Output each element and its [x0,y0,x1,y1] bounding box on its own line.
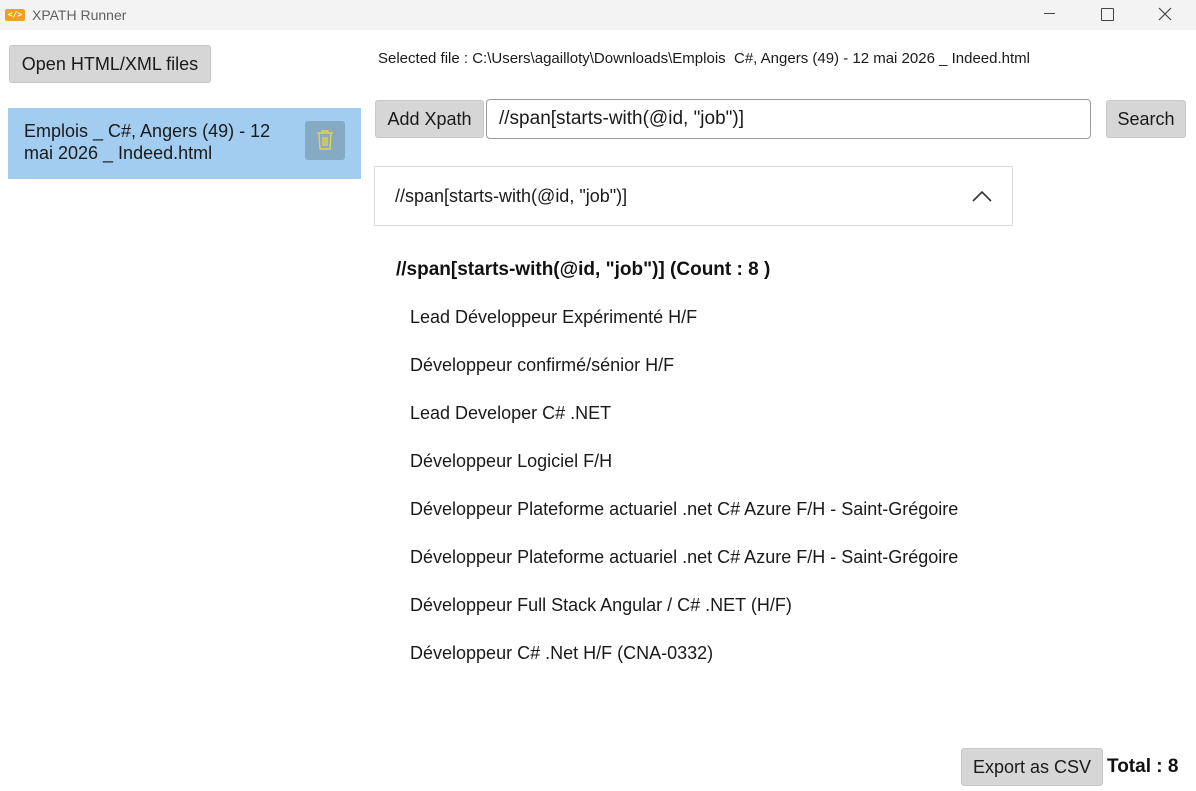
trash-icon [317,130,333,150]
minimize-button[interactable] [1020,0,1078,30]
app-code-icon: </> [5,9,25,21]
result-item: Développeur Full Stack Angular / C# .NET… [410,595,792,615]
xpath-input[interactable] [486,99,1091,139]
results-list: Lead Développeur Expérimenté H/F Dévelop… [410,304,958,688]
search-button[interactable]: Search [1106,100,1186,138]
add-xpath-button[interactable]: Add Xpath [375,100,484,138]
result-item: Développeur Logiciel F/H [410,451,613,471]
selected-file-path: C:\Users\agailloty\Downloads\Emplois C#,… [472,50,1030,67]
results-header: //span[starts-with(@id, "job")] (Count :… [396,259,771,280]
export-csv-button[interactable]: Export as CSV [961,748,1103,786]
result-item: Développeur C# .Net H/F (CNA-0332) [410,643,714,663]
open-files-button[interactable]: Open HTML/XML files [9,45,211,83]
close-icon [1158,7,1172,21]
delete-file-button[interactable] [305,121,345,160]
title-bar: </> XPATH Runner [0,0,1196,30]
file-list-item[interactable]: Emplois _ C#, Angers (49) - 12 mai 2026 … [8,108,361,179]
selected-file-label: Selected file : [378,50,473,67]
total-count: Total : 8 [1107,756,1179,777]
file-name: Emplois _ C#, Angers (49) - 12 mai 2026 … [24,121,271,163]
result-item: Développeur Plateforme actuariel .net C#… [410,499,959,519]
selected-file-text: Selected file : C:\Users\agailloty\Downl… [378,50,1030,67]
result-item: Développeur confirmé/sénior H/F [410,355,675,375]
result-item: Lead Développeur Expérimenté H/F [410,307,698,327]
close-button[interactable] [1136,0,1194,30]
result-item: Développeur Plateforme actuariel .net C#… [410,547,959,567]
chevron-up-icon [972,190,992,202]
xpath-accordion-header[interactable]: //span[starts-with(@id, "job")] [374,166,1013,226]
window-title: XPATH Runner [32,7,127,23]
accordion-title: //span[starts-with(@id, "job")] [395,186,628,206]
maximize-button[interactable] [1078,0,1136,30]
result-item: Lead Developer C# .NET [410,403,612,423]
